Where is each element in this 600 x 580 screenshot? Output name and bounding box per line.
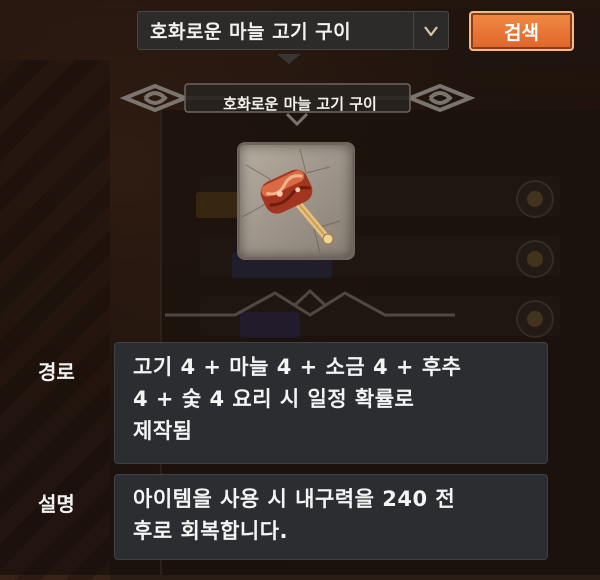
route-label: 경로 — [38, 360, 75, 384]
dropdown-toggle[interactable] — [413, 12, 448, 49]
search-selected-value: 호화로운 마늘 고기 구이 — [150, 21, 352, 43]
chevron-down-icon — [424, 25, 438, 36]
description-label: 설명 — [38, 492, 75, 516]
search-button[interactable]: 검색 — [469, 11, 574, 51]
description-text: 아이템을 사용 시 내구력을 240 전 후로 회복합니다. — [114, 474, 548, 560]
grilled-meat-icon — [241, 148, 341, 254]
item-icon-frame — [237, 142, 355, 260]
item-name: 호화로운 마늘 고기 구이 — [223, 95, 377, 113]
lower-ornament — [165, 288, 455, 317]
route-text: 고기 4 + 마늘 4 + 소금 4 + 후추 4 + 숯 4 요리 시 일정 … — [114, 342, 548, 464]
item-search-select[interactable]: 호화로운 마늘 고기 구이 — [137, 11, 449, 50]
pointer-arrow-icon — [277, 54, 301, 64]
